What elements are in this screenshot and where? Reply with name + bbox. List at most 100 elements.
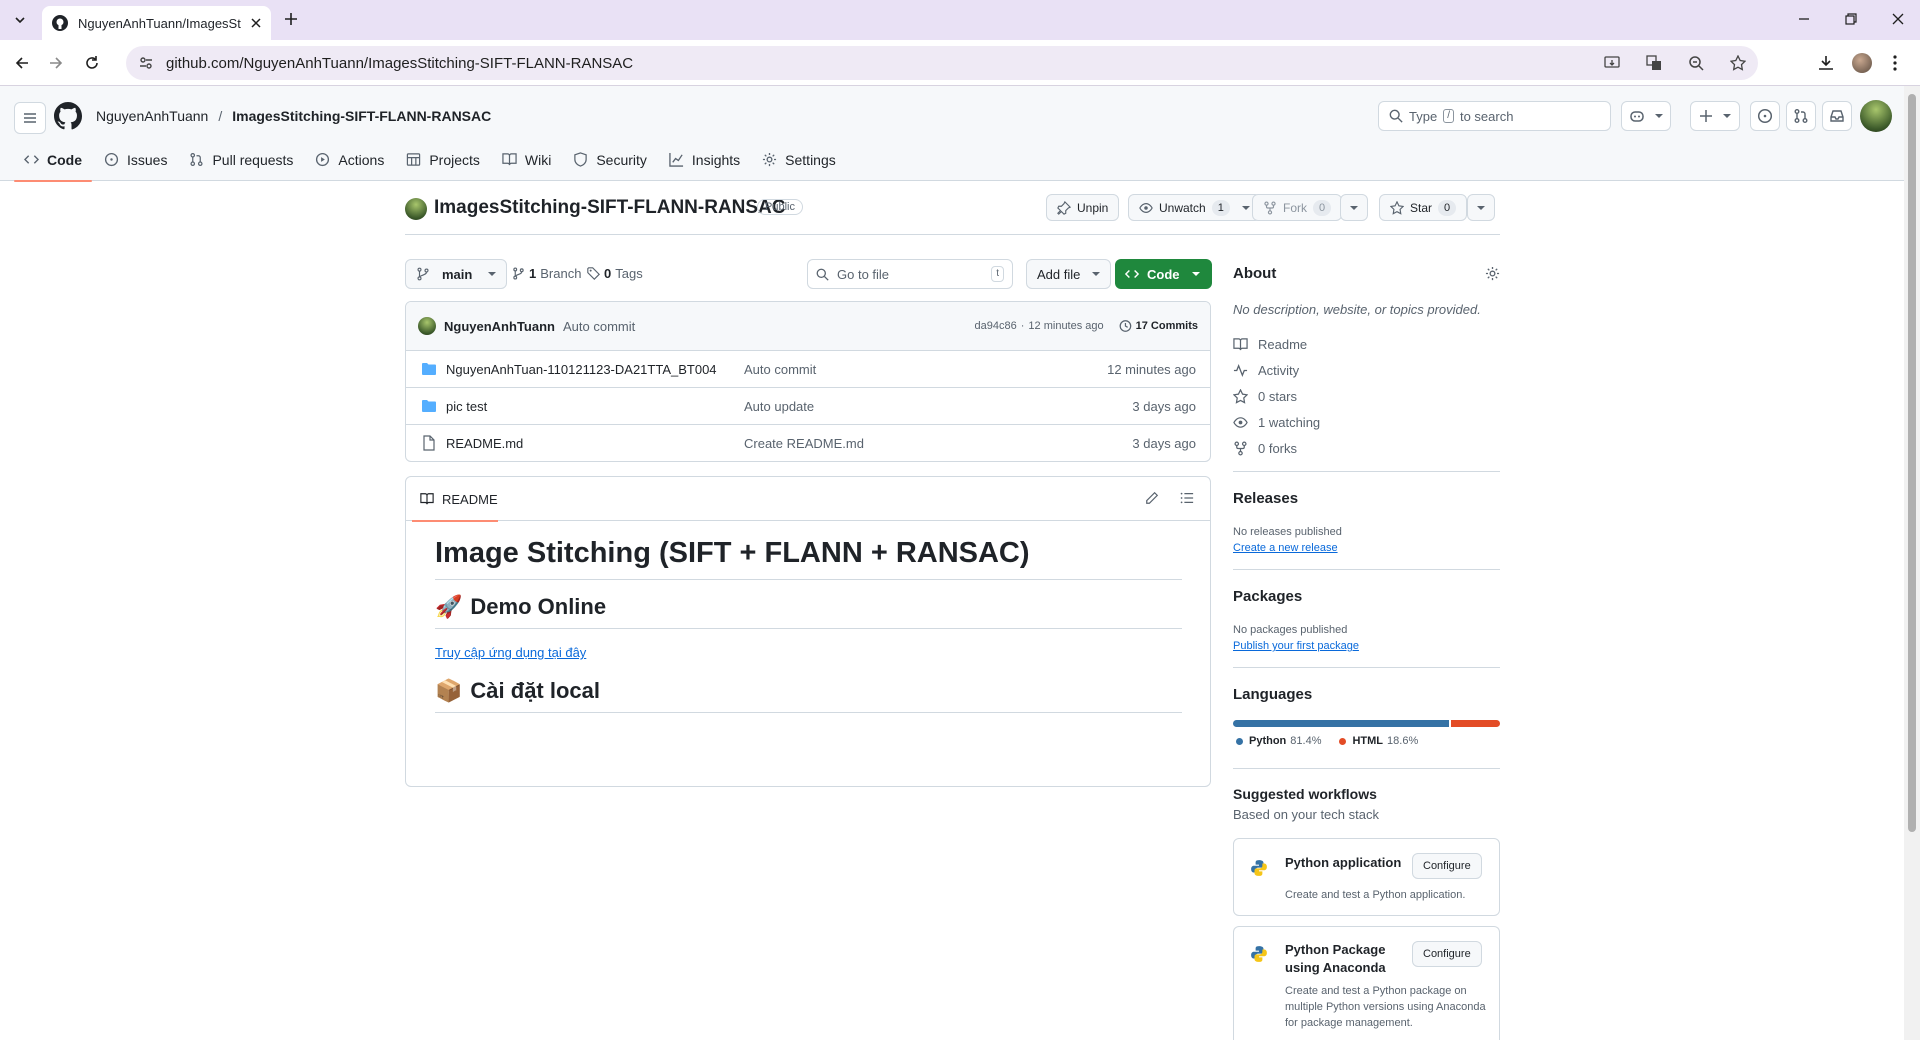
browser-toolbar: github.com/NguyenAnhTuann/ImagesStitchin… xyxy=(0,40,1920,86)
readme-tab[interactable]: README xyxy=(412,477,498,522)
readme-demo-link[interactable]: Truy cập ứng dụng tại đây xyxy=(435,645,1182,660)
releases-title[interactable]: Releases xyxy=(1233,490,1298,507)
copilot-button[interactable] xyxy=(1621,101,1671,131)
github-logo-icon[interactable] xyxy=(54,102,82,130)
repo-owner-avatar[interactable] xyxy=(405,198,427,220)
star-count: 0 xyxy=(1438,199,1457,216)
minimize-icon[interactable] xyxy=(1798,13,1810,25)
branches-link[interactable]: 1 Branch xyxy=(512,266,581,281)
commit-hash[interactable]: da94c86 xyxy=(975,320,1017,332)
language-bar xyxy=(1233,720,1500,727)
tab-list-chevron-icon[interactable] xyxy=(12,12,28,28)
browser-tab-bar: NguyenAnhTuann/ImagesStitch xyxy=(0,0,1920,40)
readme-h2-install-text: Cài đặt local xyxy=(470,678,600,703)
star-button[interactable]: Star 0 xyxy=(1379,194,1468,221)
search-input[interactable]: Type / to search xyxy=(1378,101,1611,131)
publish-package-link[interactable]: Publish your first package xyxy=(1233,640,1359,652)
create-release-link[interactable]: Create a new release xyxy=(1233,542,1338,554)
close-window-icon[interactable] xyxy=(1892,13,1904,25)
translate-icon[interactable] xyxy=(1646,55,1662,71)
site-info-icon[interactable] xyxy=(138,55,154,71)
commit-message[interactable]: Auto commit xyxy=(563,319,635,334)
tab-label: Pull requests xyxy=(212,151,294,168)
gear-icon[interactable] xyxy=(1485,266,1500,281)
tab-wiki[interactable]: Wiki xyxy=(492,138,561,181)
tab-code[interactable]: Code xyxy=(14,138,92,182)
repo-title[interactable]: ImagesStitching-SIFT-FLANN-RANSAC xyxy=(434,197,786,219)
bookmark-star-icon[interactable] xyxy=(1730,55,1746,71)
inbox-button[interactable] xyxy=(1822,101,1852,131)
chevron-down-icon xyxy=(1092,270,1101,278)
browser-tab[interactable]: NguyenAnhTuann/ImagesStitch xyxy=(42,6,271,40)
outline-list-icon[interactable] xyxy=(1180,491,1194,505)
file-name[interactable]: pic test xyxy=(446,399,744,414)
configure-button[interactable]: Configure xyxy=(1412,941,1482,967)
commit-author-avatar[interactable] xyxy=(418,317,436,335)
branch-select[interactable]: main xyxy=(405,259,508,289)
commits-link[interactable]: 17 Commits xyxy=(1136,320,1198,332)
back-icon[interactable] xyxy=(14,55,30,71)
about-readme[interactable]: Readme xyxy=(1233,331,1320,357)
create-new-button[interactable] xyxy=(1690,101,1740,131)
browser-menu-icon[interactable] xyxy=(1892,54,1898,72)
star-icon xyxy=(1390,200,1404,215)
close-tab-icon[interactable] xyxy=(251,18,261,28)
workflow-desc: Create and test a Python package on mult… xyxy=(1285,985,1486,1029)
profile-avatar[interactable] xyxy=(1852,53,1872,73)
tab-actions[interactable]: Actions xyxy=(305,138,394,181)
reload-icon[interactable] xyxy=(84,55,100,71)
tab-projects[interactable]: Projects xyxy=(396,138,490,181)
tab-pull-requests[interactable]: Pull requests xyxy=(179,138,303,181)
tab-security[interactable]: Security xyxy=(563,138,657,181)
unpin-button[interactable]: Unpin xyxy=(1046,194,1120,221)
star-dropdown-button[interactable] xyxy=(1467,194,1495,221)
pull-requests-button[interactable] xyxy=(1786,101,1816,131)
file-commit-message[interactable]: Auto update xyxy=(744,399,1132,414)
file-commit-message[interactable]: Auto commit xyxy=(744,362,1107,377)
new-tab-icon[interactable] xyxy=(284,12,298,26)
fork-button[interactable]: Fork 0 xyxy=(1252,194,1343,221)
scrollbar-thumb[interactable] xyxy=(1908,94,1916,832)
about-watching[interactable]: 1 watching xyxy=(1233,409,1320,435)
forward-icon[interactable] xyxy=(48,55,64,71)
go-to-file-input[interactable]: Go to file t xyxy=(807,259,1013,289)
workflow-name[interactable]: Python Package using Anaconda xyxy=(1285,941,1415,977)
zoom-icon[interactable] xyxy=(1688,55,1704,71)
tab-issues[interactable]: Issues xyxy=(94,138,177,181)
workflows-subtitle: Based on your tech stack xyxy=(1233,807,1379,822)
about-stars[interactable]: 0 stars xyxy=(1233,383,1320,409)
unwatch-button[interactable]: Unwatch 1 xyxy=(1128,194,1261,221)
downloads-icon[interactable] xyxy=(1817,54,1835,72)
packages-title[interactable]: Packages xyxy=(1233,588,1302,605)
language-item[interactable]: HTML 18.6% xyxy=(1339,735,1418,747)
install-app-icon[interactable] xyxy=(1604,55,1620,71)
file-name[interactable]: README.md xyxy=(446,436,744,451)
user-avatar[interactable] xyxy=(1860,100,1892,132)
code-button[interactable]: Code xyxy=(1115,259,1212,289)
file-name[interactable]: NguyenAnhTuan-110121123-DA21TTA_BT004 xyxy=(446,362,744,377)
file-commit-message[interactable]: Create README.md xyxy=(744,436,1132,451)
menu-button[interactable] xyxy=(14,102,46,134)
issues-button[interactable] xyxy=(1750,101,1780,131)
commit-author[interactable]: NguyenAnhTuann xyxy=(444,319,555,334)
pencil-icon[interactable] xyxy=(1145,491,1159,505)
about-forks[interactable]: 0 forks xyxy=(1233,435,1320,461)
tab-settings[interactable]: Settings xyxy=(752,138,846,181)
restore-icon[interactable] xyxy=(1845,13,1857,25)
address-bar[interactable]: github.com/NguyenAnhTuann/ImagesStitchin… xyxy=(126,46,1758,80)
tab-insights[interactable]: Insights xyxy=(659,138,750,181)
file-icon xyxy=(420,435,438,451)
breadcrumb-owner[interactable]: NguyenAnhTuann xyxy=(96,108,208,124)
code-label: Code xyxy=(1147,266,1180,282)
page-scrollbar[interactable] xyxy=(1904,86,1920,1040)
fork-dropdown-button[interactable] xyxy=(1340,194,1368,221)
add-file-button[interactable]: Add file xyxy=(1026,259,1112,289)
tab-label: Actions xyxy=(338,151,385,168)
workflow-name[interactable]: Python application xyxy=(1285,855,1401,870)
configure-button[interactable]: Configure xyxy=(1412,853,1482,879)
breadcrumb-repo[interactable]: ImagesStitching-SIFT-FLANN-RANSAC xyxy=(232,108,491,124)
language-item[interactable]: Python 81.4% xyxy=(1236,735,1321,747)
code-icon xyxy=(1125,267,1139,281)
about-activity[interactable]: Activity xyxy=(1233,357,1320,383)
tags-link[interactable]: 0 Tags xyxy=(587,266,643,281)
